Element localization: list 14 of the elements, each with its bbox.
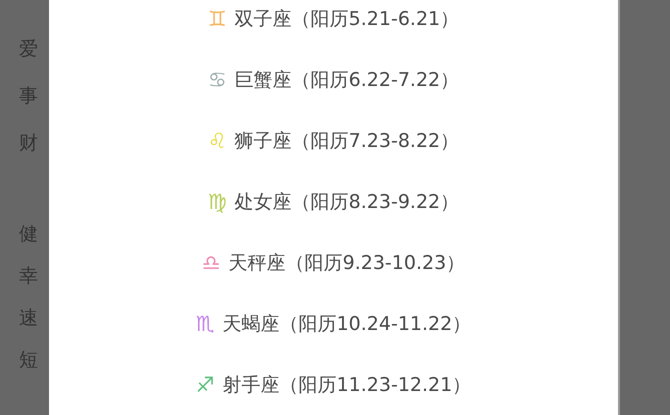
zodiac-option[interactable]: ♍ 处女座（阳历8.23-9.22） [49,172,618,233]
zodiac-option[interactable]: ♏ 天蝎座（阳历10.24-11.22） [49,294,618,355]
zodiac-option[interactable]: ♊ 双子座（阳历5.21-6.21） [49,0,618,50]
zodiac-icon: ♎ [202,253,221,274]
zodiac-icon: ♊ [208,9,227,30]
zodiac-icon: ♌ [208,131,227,152]
zodiac-icon: ♏ [196,314,215,335]
zodiac-icon: ♋ [208,70,227,91]
zodiac-icon: ♍ [208,192,227,213]
zodiac-option[interactable]: ♎ 天秤座（阳历9.23-10.23） [49,233,618,294]
zodiac-option[interactable]: ♌ 狮子座（阳历7.23-8.22） [49,111,618,172]
zodiac-option[interactable]: ♐ 射手座（阳历11.23-12.21） [49,355,618,415]
zodiac-icon: ♐ [196,375,215,396]
zodiac-option[interactable]: ♋ 巨蟹座（阳历6.22-7.22） [49,50,618,111]
